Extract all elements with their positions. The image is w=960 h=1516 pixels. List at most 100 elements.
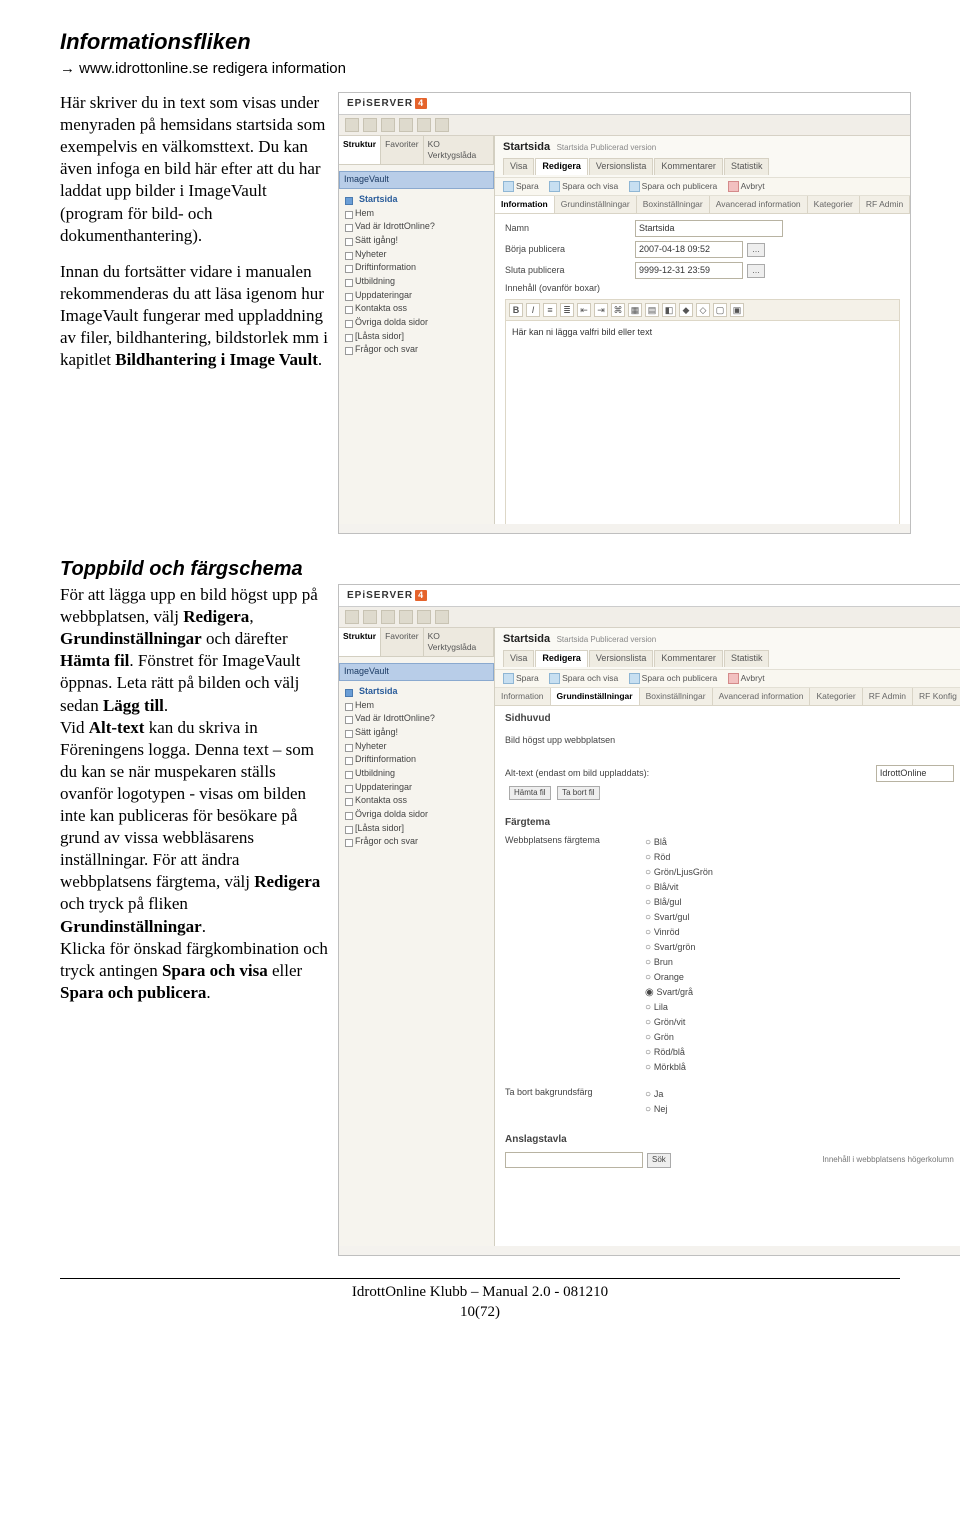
toolbar-icon[interactable]	[345, 610, 359, 624]
radio-color[interactable]: Svart/grön	[645, 940, 954, 955]
tree-node[interactable]: Kontakta oss	[343, 302, 490, 316]
tree-node[interactable]: Hem	[343, 207, 490, 221]
italic-icon[interactable]: I	[526, 303, 540, 317]
table-icon[interactable]: ▤	[645, 303, 659, 317]
tab-struktur[interactable]: Struktur	[339, 628, 381, 656]
subtab-grundinstallningar[interactable]: Grundinställningar	[555, 196, 637, 213]
radio-nej[interactable]: Nej	[645, 1102, 667, 1117]
imagevault-bar[interactable]: ImageVault	[339, 171, 494, 189]
indent-icon[interactable]: ⇥	[594, 303, 608, 317]
tab-ko-verktygslada[interactable]: KO Verktygslåda	[424, 628, 494, 656]
date-picker-button[interactable]: …	[747, 243, 765, 257]
radio-ja[interactable]: Ja	[645, 1087, 667, 1102]
action-avbryt[interactable]: Avbryt	[728, 673, 765, 683]
tree-node[interactable]: Nyheter	[343, 740, 490, 754]
tool-icon[interactable]: ▢	[713, 303, 727, 317]
tree-node[interactable]: Övriga dolda sidor	[343, 808, 490, 822]
radio-color[interactable]: Blå/gul	[645, 895, 954, 910]
toolbar-icon[interactable]	[363, 118, 377, 132]
subtab-grundinstallningar[interactable]: Grundinställningar	[551, 688, 640, 705]
subtab-boxinstallningar[interactable]: Boxinställningar	[637, 196, 710, 213]
tab-visa[interactable]: Visa	[503, 650, 534, 667]
action-spara[interactable]: Spara	[503, 673, 539, 683]
toolbar-icon[interactable]	[399, 118, 413, 132]
action-spara-publicera[interactable]: Spara och publicera	[629, 181, 718, 191]
link-icon[interactable]: ⌘	[611, 303, 625, 317]
tree-node[interactable]: Sätt igång!	[343, 234, 490, 248]
tab-statistik[interactable]: Statistik	[724, 158, 770, 175]
color-icon[interactable]: ◧	[662, 303, 676, 317]
radio-color[interactable]: Mörkblå	[645, 1060, 954, 1075]
tree-node[interactable]: Kontakta oss	[343, 794, 490, 808]
numbered-list-icon[interactable]: ≣	[560, 303, 574, 317]
subtab-rf-admin[interactable]: RF Admin	[863, 688, 913, 705]
subtab-avancerad[interactable]: Avancerad information	[713, 688, 811, 705]
tool-icon[interactable]: ◆	[679, 303, 693, 317]
action-spara-visa[interactable]: Spara och visa	[549, 673, 618, 683]
toolbar-icon[interactable]	[435, 610, 449, 624]
radio-color[interactable]: Orange	[645, 970, 954, 985]
toolbar-icon[interactable]	[381, 610, 395, 624]
tree-node[interactable]: Hem	[343, 699, 490, 713]
tab-ko-verktygslada[interactable]: KO Verktygslåda	[424, 136, 494, 164]
ta-bort-fil-button[interactable]: Ta bort fil	[557, 786, 599, 800]
tree-node[interactable]: Uppdateringar	[343, 781, 490, 795]
action-spara-publicera[interactable]: Spara och publicera	[629, 673, 718, 683]
search-input[interactable]	[505, 1152, 643, 1168]
tab-kommentarer[interactable]: Kommentarer	[654, 158, 723, 175]
subtab-information[interactable]: Information	[495, 688, 551, 705]
tree-node[interactable]: Vad är IdrottOnline?	[343, 712, 490, 726]
action-avbryt[interactable]: Avbryt	[728, 181, 765, 191]
input-sluta-publicera[interactable]: 9999-12-31 23:59	[635, 262, 743, 279]
tree-node[interactable]: Uppdateringar	[343, 289, 490, 303]
tree-node[interactable]: Vad är IdrottOnline?	[343, 220, 490, 234]
subtab-rf-admin[interactable]: RF Admin	[860, 196, 910, 213]
radio-color[interactable]: Blå/vit	[645, 880, 954, 895]
toolbar-icon[interactable]	[417, 610, 431, 624]
tab-statistik[interactable]: Statistik	[724, 650, 770, 667]
radio-color[interactable]: Blå	[645, 835, 954, 850]
action-spara[interactable]: Spara	[503, 181, 539, 191]
image-icon[interactable]: ▦	[628, 303, 642, 317]
date-picker-button[interactable]: …	[747, 264, 765, 278]
tab-redigera[interactable]: Redigera	[535, 650, 588, 667]
tree-node[interactable]: Utbildning	[343, 275, 490, 289]
input-namn[interactable]: Startsida	[635, 220, 783, 237]
radio-color[interactable]: Lila	[645, 1000, 954, 1015]
tree-node[interactable]: Övriga dolda sidor	[343, 316, 490, 330]
tree-root[interactable]: Startsida	[343, 685, 490, 699]
input-alt-text[interactable]: IdrottOnline	[876, 765, 954, 782]
subtab-avancerad[interactable]: Avancerad information	[710, 196, 808, 213]
tool-icon[interactable]: ◇	[696, 303, 710, 317]
tab-favoriter[interactable]: Favoriter	[381, 628, 424, 656]
radio-color[interactable]: Grön	[645, 1030, 954, 1045]
radio-color[interactable]: Brun	[645, 955, 954, 970]
toolbar-icon[interactable]	[417, 118, 431, 132]
tree-node[interactable]: [Låsta sidor]	[343, 822, 490, 836]
tab-kommentarer[interactable]: Kommentarer	[654, 650, 723, 667]
tree-node[interactable]: Driftinformation	[343, 753, 490, 767]
list-icon[interactable]: ≡	[543, 303, 557, 317]
tree-node[interactable]: Nyheter	[343, 248, 490, 262]
sok-button[interactable]: Sök	[647, 1153, 671, 1167]
outdent-icon[interactable]: ⇤	[577, 303, 591, 317]
radio-color[interactable]: Svart/grå	[645, 985, 954, 1000]
radio-color[interactable]: Röd	[645, 850, 954, 865]
action-spara-visa[interactable]: Spara och visa	[549, 181, 618, 191]
toolbar-icon[interactable]	[399, 610, 413, 624]
hamta-fil-button[interactable]: Hämta fil	[509, 786, 551, 800]
toolbar-icon[interactable]	[435, 118, 449, 132]
tool-icon[interactable]: ▣	[730, 303, 744, 317]
tab-versionslista[interactable]: Versionslista	[589, 650, 654, 667]
subtab-kategorier[interactable]: Kategorier	[810, 688, 862, 705]
tree-node[interactable]: Utbildning	[343, 767, 490, 781]
tree-node[interactable]: Frågor och svar	[343, 343, 490, 357]
toolbar-icon[interactable]	[345, 118, 359, 132]
radio-color[interactable]: Vinröd	[645, 925, 954, 940]
tree-node[interactable]: Driftinformation	[343, 261, 490, 275]
radio-color[interactable]: Grön/vit	[645, 1015, 954, 1030]
subtab-rf-konfig[interactable]: RF Konfig	[913, 688, 960, 705]
subtab-kategorier[interactable]: Kategorier	[808, 196, 860, 213]
tree-node[interactable]: Frågor och svar	[343, 835, 490, 849]
tab-favoriter[interactable]: Favoriter	[381, 136, 424, 164]
